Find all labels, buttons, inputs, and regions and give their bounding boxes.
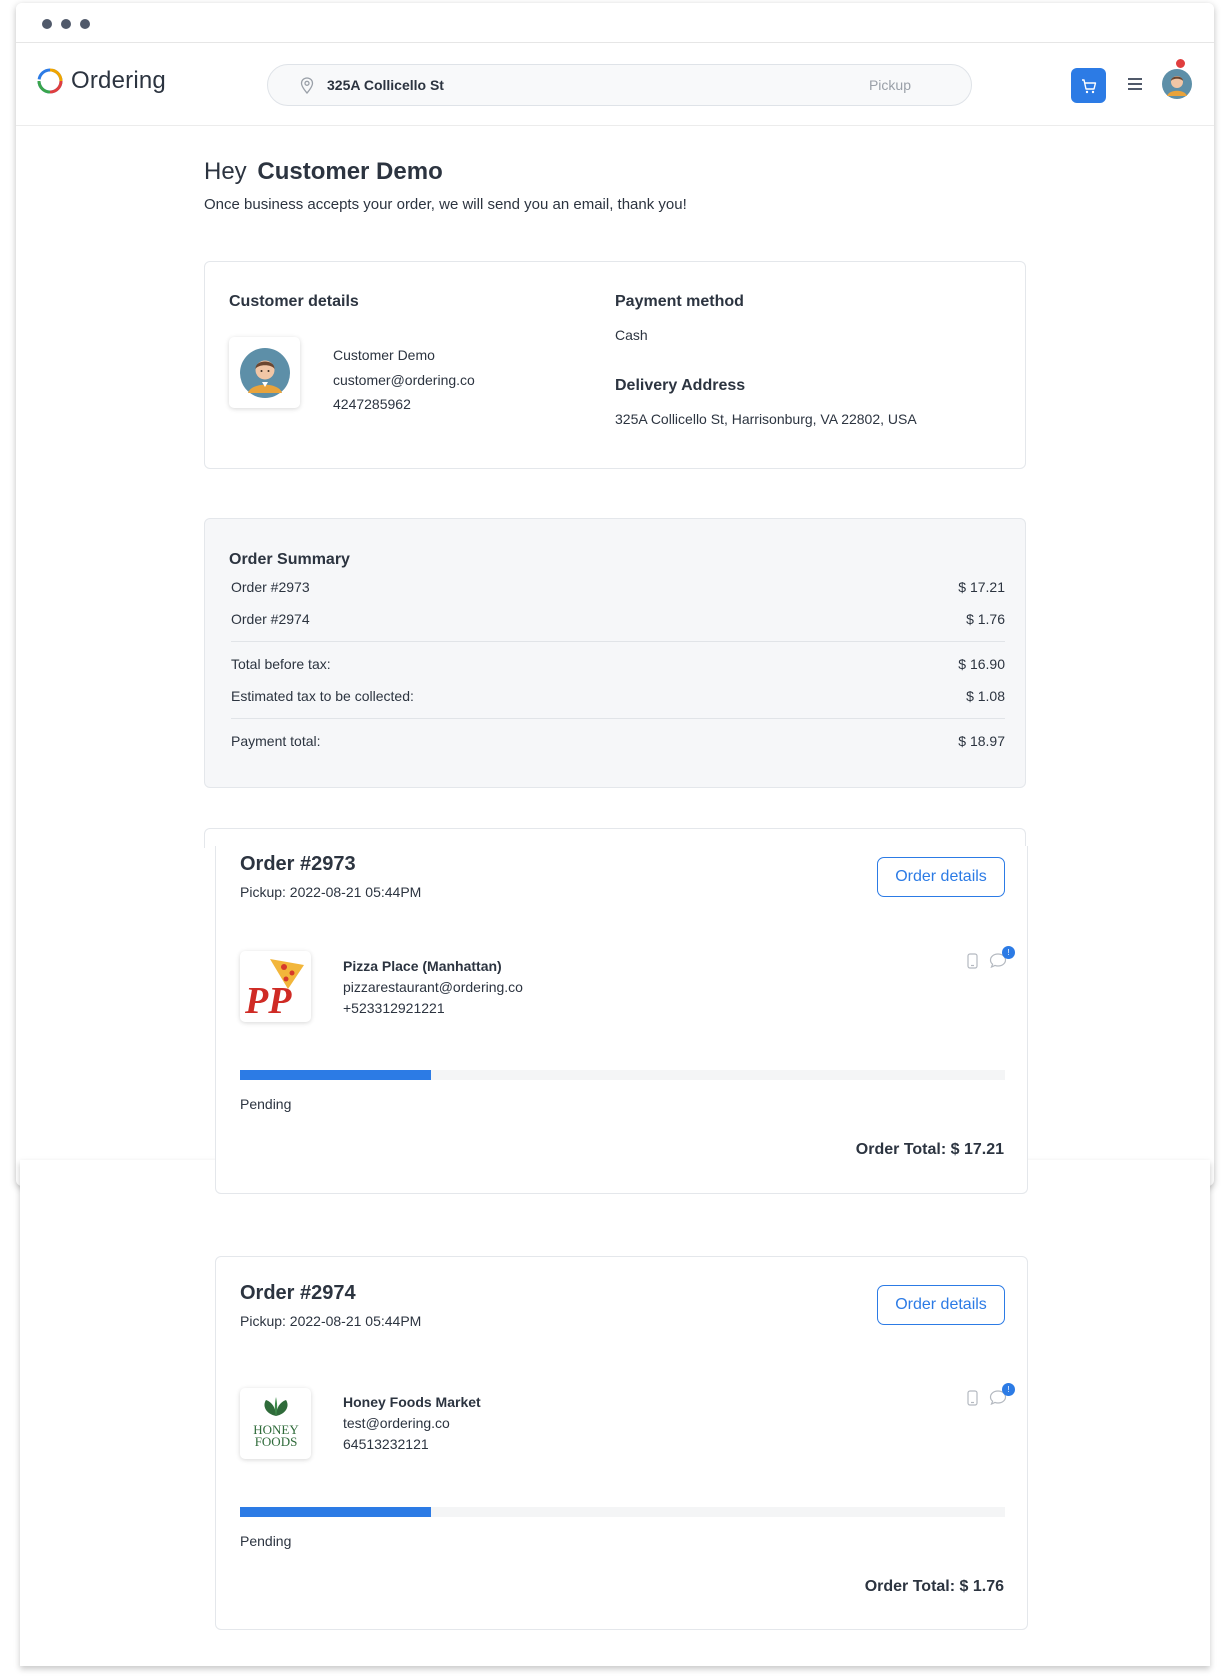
customer-avatar-icon bbox=[239, 347, 290, 398]
notification-dot bbox=[1175, 58, 1186, 69]
delivery-address-title: Delivery Address bbox=[615, 377, 746, 394]
order-progress-bar bbox=[240, 1070, 1005, 1080]
summary-tax-label: Estimated tax to be collected: bbox=[231, 688, 414, 704]
window-dot[interactable] bbox=[61, 19, 71, 29]
phone-icon[interactable] bbox=[967, 953, 978, 969]
cart-button[interactable] bbox=[1071, 68, 1106, 103]
order-title: Order #2974 bbox=[240, 1282, 356, 1304]
ordering-logo-icon bbox=[37, 68, 63, 94]
window-dot[interactable] bbox=[80, 19, 90, 29]
summary-tax-amount: $ 1.08 bbox=[966, 688, 1005, 704]
payment-method-title: Payment method bbox=[615, 293, 744, 310]
order-title: Order #2973 bbox=[240, 853, 356, 875]
summary-total-amount: $ 16.90 bbox=[958, 656, 1005, 672]
cart-icon bbox=[1081, 78, 1096, 93]
svg-text:FOODS: FOODS bbox=[254, 1434, 297, 1449]
summary-order-row: Order #2974 $ 1.76 bbox=[231, 611, 1005, 627]
order-card-wrapper bbox=[204, 828, 1026, 848]
business-logo: PP bbox=[240, 951, 311, 1022]
summary-order-amount: $ 17.21 bbox=[958, 579, 1005, 595]
business-name: Honey Foods Market bbox=[343, 1394, 481, 1410]
order-progress-fill bbox=[240, 1507, 432, 1517]
business-name: Pizza Place (Manhattan) bbox=[343, 958, 502, 974]
window-controls bbox=[42, 19, 90, 29]
svg-text:PP: PP bbox=[244, 980, 292, 1021]
payment-method-value: Cash bbox=[615, 327, 648, 343]
business-phone: +523312921221 bbox=[343, 1000, 445, 1016]
order-pickup-time: Pickup: 2022-08-21 05:44PM bbox=[240, 884, 422, 900]
business-email: test@ordering.co bbox=[343, 1415, 450, 1431]
order-status: Pending bbox=[240, 1533, 292, 1549]
order-status: Pending bbox=[240, 1096, 292, 1112]
business-phone: 64513232121 bbox=[343, 1436, 429, 1452]
business-logo: HONEY FOODS bbox=[240, 1388, 311, 1459]
site-header: Ordering 325A Collicello St Pickup bbox=[16, 43, 1214, 126]
summary-order-label: Order #2974 bbox=[231, 611, 310, 627]
order-details-button[interactable]: Order details bbox=[877, 857, 1005, 897]
summary-payment-total-row: Payment total: $ 18.97 bbox=[231, 733, 1005, 749]
customer-avatar bbox=[229, 337, 300, 408]
window-dot[interactable] bbox=[42, 19, 52, 29]
order-card: Order #2973 Pickup: 2022-08-21 05:44PM O… bbox=[215, 846, 1028, 1194]
summary-order-row: Order #2973 $ 17.21 bbox=[231, 579, 1005, 595]
payment-total-label: Payment total: bbox=[231, 733, 321, 749]
summary-divider bbox=[231, 641, 1005, 642]
customer-details-title: Customer details bbox=[229, 293, 359, 310]
pizza-place-logo-icon: PP bbox=[244, 958, 304, 1021]
chat-notification-badge: ! bbox=[1002, 1383, 1015, 1396]
order-summary-card: Order Summary Order #2973 $ 17.21 Order … bbox=[204, 518, 1026, 788]
business-email: pizzarestaurant@ordering.co bbox=[343, 979, 523, 995]
payment-total-amount: $ 18.97 bbox=[958, 733, 1005, 749]
summary-tax-row: Estimated tax to be collected: $ 1.08 bbox=[231, 688, 1005, 704]
user-avatar[interactable] bbox=[1161, 68, 1193, 100]
delivery-address-value: 325A Collicello St, Harrisonburg, VA 228… bbox=[615, 411, 917, 427]
order-details-button[interactable]: Order details bbox=[877, 1285, 1005, 1325]
honey-foods-logo-icon: HONEY FOODS bbox=[253, 1396, 299, 1449]
brand-name: Ordering bbox=[71, 67, 166, 94]
order-card: Order #2974 Pickup: 2022-08-21 05:44PM O… bbox=[215, 1256, 1028, 1630]
brand-logo[interactable]: Ordering bbox=[36, 67, 166, 95]
summary-total-row: Total before tax: $ 16.90 bbox=[231, 656, 1005, 672]
current-address[interactable]: 325A Collicello St bbox=[327, 77, 444, 93]
order-type-selector[interactable]: Pickup bbox=[869, 77, 911, 93]
order-progress-fill bbox=[240, 1070, 432, 1080]
summary-order-label: Order #2973 bbox=[231, 579, 310, 595]
greeting-heading: Hey Customer Demo bbox=[204, 158, 443, 186]
customer-email: customer@ordering.co bbox=[333, 372, 475, 388]
order-progress-bar bbox=[240, 1507, 1005, 1517]
greeting-message: Once business accepts your order, we wil… bbox=[204, 196, 687, 213]
address-search-bar[interactable]: 325A Collicello St Pickup bbox=[267, 64, 972, 106]
greeting-name: Customer Demo bbox=[257, 158, 443, 185]
hamburger-menu-icon[interactable] bbox=[1126, 75, 1146, 95]
order-total: Order Total: $ 17.21 bbox=[855, 1141, 1004, 1158]
greeting-hey: Hey bbox=[204, 158, 247, 185]
summary-total-label: Total before tax: bbox=[231, 656, 331, 672]
order-pickup-time: Pickup: 2022-08-21 05:44PM bbox=[240, 1313, 422, 1329]
summary-order-amount: $ 1.76 bbox=[966, 611, 1005, 627]
chat-notification-badge: ! bbox=[1002, 946, 1015, 959]
customer-details-card: Customer details Customer Demo customer@… bbox=[204, 261, 1026, 469]
summary-divider bbox=[231, 718, 1005, 719]
order-summary-title: Order Summary bbox=[229, 551, 350, 568]
phone-icon[interactable] bbox=[967, 1390, 978, 1406]
order-total: Order Total: $ 1.76 bbox=[864, 1578, 1004, 1595]
window-titlebar bbox=[16, 3, 1214, 43]
customer-name: Customer Demo bbox=[333, 347, 435, 363]
location-pin-icon bbox=[300, 77, 314, 94]
customer-phone: 4247285962 bbox=[333, 396, 411, 412]
user-avatar-icon bbox=[1162, 69, 1192, 99]
